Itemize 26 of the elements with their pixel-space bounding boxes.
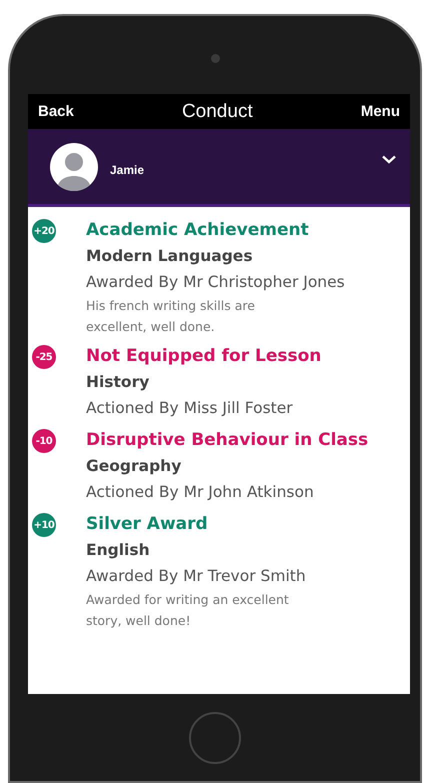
subject-label: History [86, 372, 150, 393]
subject-label: English [86, 540, 151, 561]
back-link[interactable]: Back [38, 103, 74, 120]
points-badge: +20 [32, 219, 56, 243]
comment-text: Awarded for writing an excellent story, well done! [86, 591, 290, 630]
subject-label: Modern Languages [86, 246, 254, 267]
avatar-icon [50, 142, 98, 190]
chevron-icon[interactable] [382, 155, 396, 164]
staff-label: Awarded By Mr Trevor Smith [86, 566, 307, 587]
points-badge: +10 [32, 513, 56, 537]
staff-label: Actioned By Miss Jill Foster [86, 398, 294, 419]
entry-title: Disruptive Behaviour in Class [86, 429, 368, 452]
staff-label: Awarded By Mr Christopher Jones [86, 272, 346, 293]
camera-icon [210, 54, 220, 62]
subject-label: Geography [86, 456, 182, 477]
student-header[interactable]: Jamie [28, 129, 410, 207]
page-title: Conduct [182, 100, 253, 122]
student-name: Jamie [110, 162, 146, 176]
entry-title: Academic Achievement [86, 219, 310, 242]
entry-title: Silver Award [86, 513, 209, 536]
points-badge: -10 [32, 429, 56, 453]
staff-label: Actioned By Mr John Atkinson [86, 482, 315, 503]
entry-title: Not Equipped for Lesson [86, 345, 322, 368]
points-badge: -25 [32, 345, 56, 369]
comment-text: His french writing skills are excellent, well done. [86, 297, 256, 336]
menu-link[interactable]: Menu [360, 103, 400, 120]
